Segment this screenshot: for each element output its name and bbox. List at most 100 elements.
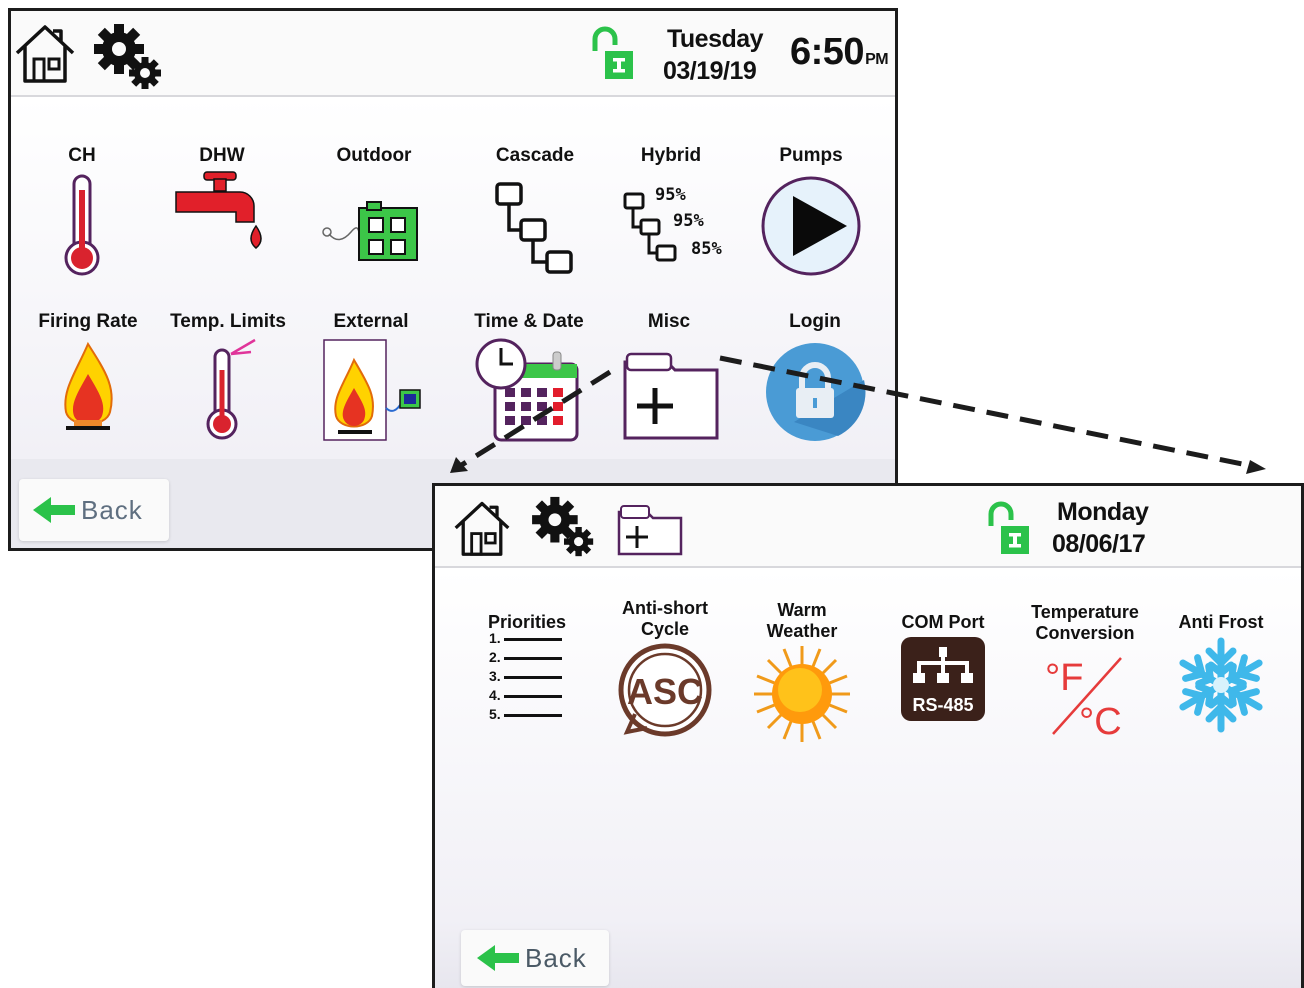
tile-label: Outdoor [336, 145, 412, 166]
tile-time-date[interactable]: Time & Date [459, 311, 599, 444]
top-bar: Monday 08/06/17 [435, 486, 1301, 568]
priority-number: 5. [489, 706, 501, 722]
priority-number: 1. [489, 630, 501, 646]
asc-icon: ASC [618, 643, 712, 737]
outdoor-sensor-icon [322, 201, 418, 261]
tile-firing-rate[interactable]: Firing Rate [18, 311, 158, 444]
date-label: 03/19/19 [663, 57, 757, 85]
priority-number: 4. [489, 687, 501, 703]
menu-grid: CH DHW Outdoor Cascade Hybrid 95% 95% 85% … [11, 97, 895, 459]
hybrid-value-1: 95% [655, 185, 686, 205]
gear-icon[interactable] [531, 496, 597, 563]
misc-folder-icon[interactable] [615, 500, 685, 561]
tile-label: COM Port [901, 612, 985, 632]
back-button[interactable]: Back [19, 479, 169, 541]
unlock-icon[interactable] [983, 500, 1033, 563]
tile-label: Firing Rate [38, 311, 138, 332]
tile-label: CH [68, 145, 96, 166]
arrowhead-right [1246, 460, 1266, 474]
tile-label: Temp. Limits [170, 311, 286, 332]
tile-label: Login [789, 311, 841, 332]
tile-com-port[interactable]: COM Port RS-485 [873, 612, 1013, 725]
hybrid-value-2: 95% [673, 211, 704, 231]
tile-label: Anti Frost [1178, 612, 1264, 632]
priority-number: 3. [489, 668, 501, 684]
tile-priorities[interactable]: Priorities 1. 2. 3. 4. 5. [457, 612, 597, 729]
day-label: Monday [1057, 498, 1149, 526]
clock-ampm: PM [865, 51, 889, 68]
tile-pumps[interactable]: Pumps [741, 145, 881, 278]
tile-label: DHW [199, 145, 245, 166]
unlock-icon[interactable] [587, 25, 637, 88]
flame-icon [64, 341, 113, 430]
tile-label-line1: Temperature [1031, 602, 1139, 622]
tile-cascade[interactable]: Cascade [465, 145, 605, 278]
rs485-icon: RS-485 [901, 637, 985, 721]
tile-label-line2: Weather [766, 621, 838, 641]
tile-label: Pumps [779, 145, 843, 166]
tile-login[interactable]: Login [745, 311, 885, 444]
tile-ch[interactable]: CH [12, 145, 152, 278]
tile-label-line2: Cycle [640, 619, 690, 639]
snowflake-icon [1179, 637, 1263, 733]
tile-label: Cascade [495, 145, 575, 166]
back-button[interactable]: Back [461, 930, 609, 986]
rs485-text: RS-485 [912, 695, 973, 715]
temp-conversion-icon: °F°C [1045, 657, 1122, 743]
priority-row: 5. [489, 705, 569, 724]
cascade-icon [495, 182, 573, 274]
priorities-list-icon: 1. 2. 3. 4. 5. [485, 630, 569, 729]
tile-temperature-conversion[interactable]: Temperature Conversion °F °C [1015, 602, 1155, 744]
clock: 6:50PM [790, 31, 889, 74]
thermometer-icon [64, 174, 100, 276]
tile-temp-limits[interactable]: Temp. Limits [158, 311, 298, 444]
pump-play-icon [761, 176, 861, 276]
home-icon[interactable] [13, 19, 77, 90]
hybrid-value-3: 85% [691, 239, 722, 259]
tile-misc[interactable]: Misc [599, 311, 739, 444]
hybrid-icon: 95% 95% 85% [623, 185, 722, 262]
gear-icon[interactable] [93, 23, 165, 96]
sun-icon [754, 646, 850, 742]
tile-external[interactable]: External [301, 311, 441, 444]
priority-row: 3. [489, 667, 569, 686]
tile-warm-weather[interactable]: Warm Weather [732, 600, 872, 746]
external-boiler-icon [323, 339, 421, 441]
tile-label: Hybrid [640, 145, 702, 166]
tile-anti-frost[interactable]: Anti Frost [1151, 612, 1291, 737]
misc-menu-screen: Monday 08/06/17 Priorities 1. 2. 3. 4. 5… [432, 483, 1304, 988]
back-label: Back [525, 943, 587, 973]
bottom-bar: Back [435, 920, 1301, 988]
tile-label-line1: Warm [777, 600, 827, 620]
asc-text: ASC [627, 671, 703, 712]
deg-f-text: °F [1045, 657, 1083, 699]
misc-menu-grid: Priorities 1. 2. 3. 4. 5. Anti-short Cyc… [435, 568, 1301, 920]
faucet-icon [175, 171, 262, 249]
main-menu-screen: Tuesday 03/19/19 6:50PM CH DHW Outdoor C… [8, 8, 898, 551]
priority-row: 1. [489, 629, 569, 648]
priority-row: 4. [489, 686, 569, 705]
back-label: Back [81, 495, 143, 525]
tile-label-line2: Conversion [1035, 623, 1135, 643]
home-icon[interactable] [451, 496, 513, 563]
tile-label: External [333, 311, 409, 332]
tile-dhw[interactable]: DHW [152, 145, 292, 278]
day-label: Tuesday [667, 25, 764, 53]
tile-outdoor[interactable]: Outdoor [304, 145, 444, 278]
lock-icon [766, 343, 866, 441]
date-label: 08/06/17 [1052, 530, 1146, 558]
temp-limit-icon [206, 338, 256, 440]
priority-number: 2. [489, 649, 501, 665]
calendar-clock-icon [475, 338, 579, 442]
tile-anti-short-cycle[interactable]: Anti-short Cycle ASC [595, 598, 735, 740]
clock-time: 6:50 [790, 31, 865, 73]
tile-label: Misc [647, 311, 691, 332]
tile-hybrid[interactable]: Hybrid 95% 95% 85% [601, 145, 741, 278]
back-arrow-icon [477, 945, 519, 971]
priority-row: 2. [489, 648, 569, 667]
misc-folder-icon [623, 352, 719, 440]
back-arrow-icon [33, 497, 75, 523]
deg-c-text: °C [1079, 701, 1122, 743]
tile-label: Time & Date [474, 311, 584, 332]
top-bar: Tuesday 03/19/19 6:50PM [11, 11, 895, 97]
